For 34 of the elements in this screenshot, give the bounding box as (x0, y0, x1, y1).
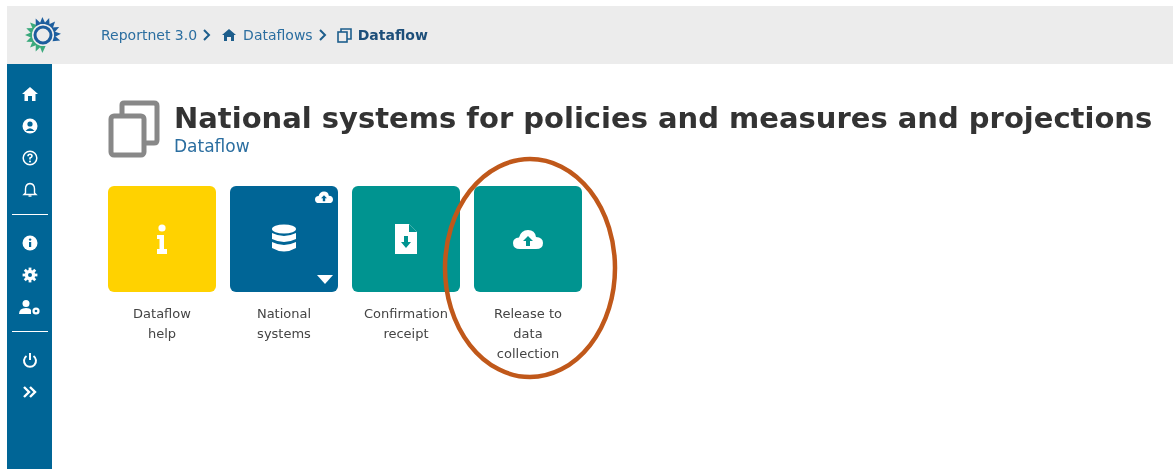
page-subtitle: Dataflow (174, 136, 251, 156)
info-icon[interactable] (21, 235, 38, 251)
bell-icon[interactable] (21, 182, 38, 198)
user-settings-icon[interactable] (18, 299, 41, 315)
cloud-upload-icon (315, 191, 333, 203)
tile-label: Dataflow help (132, 305, 192, 343)
help-icon[interactable] (21, 150, 38, 166)
copy-icon (336, 27, 352, 43)
breadcrumb-link[interactable]: Dataflow (336, 27, 428, 43)
tile-button[interactable] (474, 186, 582, 292)
page-title: National systems for policies and measures and projections (174, 100, 1153, 136)
file-download-icon (395, 224, 417, 254)
breadcrumb-link[interactable]: Reportnet 3.0 (101, 27, 198, 43)
cloud-upload-icon (513, 229, 543, 249)
tile-label: National systems (255, 305, 313, 343)
tile-button[interactable] (230, 186, 338, 292)
info-icon (156, 224, 168, 254)
home-icon[interactable] (21, 86, 38, 102)
chevron-icon (318, 29, 327, 41)
dataflow-icon (108, 100, 160, 158)
database-icon (271, 224, 297, 254)
tile-label: Release to data collection (493, 305, 563, 363)
settings-icon[interactable] (21, 267, 38, 283)
home-icon (221, 28, 238, 42)
chevron-icon (203, 29, 212, 41)
caret-icon (317, 275, 333, 284)
tile-button[interactable] (352, 186, 460, 292)
breadcrumb-link[interactable]: Dataflows (221, 27, 313, 43)
tile-button[interactable] (108, 186, 216, 292)
user-icon[interactable] (21, 118, 38, 134)
power-icon[interactable] (21, 352, 38, 368)
logo-icon[interactable] (23, 15, 63, 55)
expand-icon[interactable] (21, 384, 38, 400)
tile-label: Confirmation receipt (362, 305, 450, 343)
